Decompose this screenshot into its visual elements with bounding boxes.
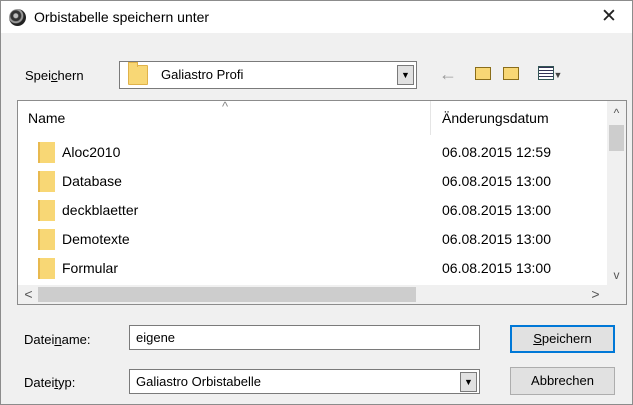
save-dialog: Orbistabelle speichern unter ✕ Speichern… <box>0 0 633 405</box>
filename-label: Dateiname: <box>24 332 91 347</box>
save-button[interactable]: Speichern <box>510 325 615 353</box>
list-item[interactable]: deckblaetter 06.08.2015 13:00 <box>18 196 608 225</box>
folder-icon <box>38 171 55 192</box>
chevron-down-icon[interactable]: ▼ <box>397 65 414 85</box>
column-header-name[interactable]: Name <box>28 101 428 135</box>
savein-value: Galiastro Profi <box>161 67 244 82</box>
savein-label: Speichern <box>25 68 84 83</box>
list-item[interactable]: Demotexte 06.08.2015 13:00 <box>18 225 608 254</box>
close-button[interactable]: ✕ <box>588 1 630 33</box>
cancel-button[interactable]: Abbrechen <box>510 367 615 395</box>
file-date: 06.08.2015 12:59 <box>442 144 551 160</box>
folder-icon <box>38 229 55 250</box>
vertical-scrollbar[interactable]: ^ v <box>607 101 626 286</box>
file-date: 06.08.2015 13:00 <box>442 231 551 247</box>
app-logo-icon <box>9 9 26 26</box>
filename-input[interactable] <box>130 326 479 349</box>
title-bar: Orbistabelle speichern unter ✕ <box>1 1 632 33</box>
file-name: Formular <box>62 260 119 276</box>
scroll-up-icon[interactable]: ^ <box>607 105 626 122</box>
list-item[interactable]: Aloc2010 06.08.2015 12:59 <box>18 138 608 167</box>
file-name: Demotexte <box>62 231 130 247</box>
file-name: Database <box>62 173 122 189</box>
chevron-down-icon[interactable]: ▼ <box>460 372 477 392</box>
folder-icon <box>128 62 148 85</box>
savein-dropdown[interactable]: Galiastro Profi ▼ <box>119 61 417 89</box>
folder-icon <box>38 258 55 279</box>
back-arrow-icon[interactable]: ← <box>437 64 459 84</box>
horizontal-scrollbar[interactable]: < > <box>18 285 626 304</box>
file-rows: Aloc2010 06.08.2015 12:59 Database 06.08… <box>18 138 608 283</box>
file-date: 06.08.2015 13:00 <box>442 260 551 276</box>
filename-field-wrap <box>129 325 480 350</box>
file-date: 06.08.2015 13:00 <box>442 202 551 218</box>
scroll-right-icon[interactable]: > <box>587 285 604 304</box>
view-menu-icon[interactable]: ▼ <box>532 64 568 84</box>
list-item[interactable]: Database 06.08.2015 13:00 <box>18 167 608 196</box>
scroll-thumb[interactable] <box>38 287 416 302</box>
folder-icon <box>38 142 55 163</box>
new-folder-icon[interactable] <box>500 64 522 84</box>
filetype-value: Galiastro Orbistabelle <box>136 374 261 389</box>
column-header-date[interactable]: Änderungsdatum <box>442 101 602 135</box>
list-item[interactable]: Formular 06.08.2015 13:00 <box>18 254 608 283</box>
file-list[interactable]: ^ Name Änderungsdatum Aloc2010 06.08.201… <box>17 100 627 305</box>
dialog-title: Orbistabelle speichern unter <box>34 9 210 25</box>
folder-icon <box>38 200 55 221</box>
up-folder-icon[interactable] <box>472 64 494 84</box>
scroll-down-icon[interactable]: v <box>607 267 626 284</box>
scroll-thumb[interactable] <box>609 125 624 151</box>
file-date: 06.08.2015 13:00 <box>442 173 551 189</box>
file-name: deckblaetter <box>62 202 139 218</box>
filetype-label: Dateityp: <box>24 375 76 390</box>
filetype-dropdown[interactable]: Galiastro Orbistabelle ▼ <box>129 369 480 394</box>
column-divider <box>430 101 431 135</box>
scroll-left-icon[interactable]: < <box>20 285 37 304</box>
file-name: Aloc2010 <box>62 144 121 160</box>
